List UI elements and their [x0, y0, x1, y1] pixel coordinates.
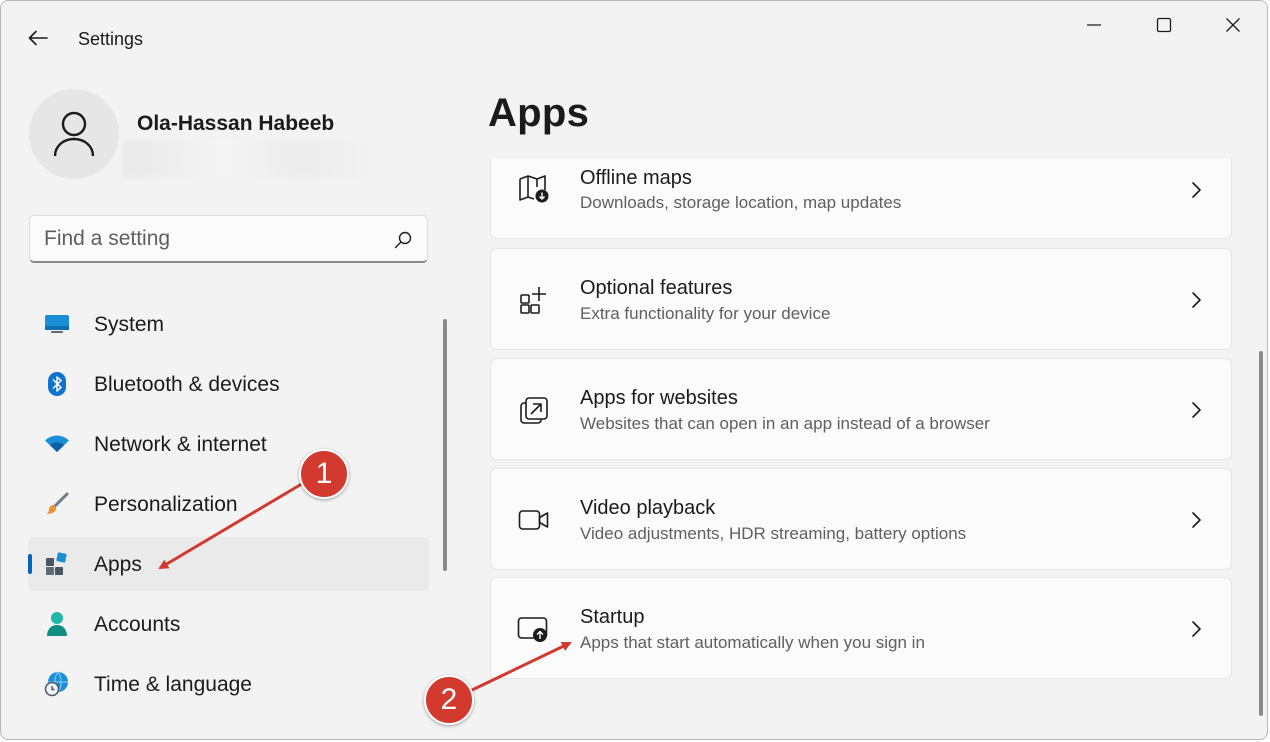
maximize-button[interactable] — [1144, 9, 1184, 41]
card-startup[interactable]: Startup Apps that start automatically wh… — [490, 577, 1232, 679]
card-title: Apps for websites — [580, 387, 738, 409]
maximize-icon — [1156, 17, 1172, 33]
card-optional-features[interactable]: Optional features Extra functionality fo… — [490, 248, 1232, 350]
app-title: Settings — [78, 29, 144, 49]
sidebar-item-apps[interactable]: Apps — [28, 537, 429, 591]
open-link-icon — [517, 393, 551, 427]
user-name: Ola-Hassan Habeeb — [137, 112, 335, 135]
search-box[interactable] — [29, 215, 428, 263]
sidebar-item-label: Bluetooth & devices — [94, 373, 280, 396]
sidebar-item-personalization[interactable]: Personalization — [28, 477, 429, 531]
annotation-badge-2: 2 — [424, 675, 474, 725]
sidebar-item-system[interactable]: System — [28, 297, 429, 351]
card-description: Video adjustments, HDR streaming, batter… — [580, 524, 967, 543]
chevron-right-icon — [1192, 512, 1201, 528]
globe-clock-icon — [44, 671, 70, 697]
close-button[interactable] — [1213, 9, 1253, 41]
sidebar-scrollbar[interactable] — [443, 319, 447, 571]
content-list: Offline maps Downloads, storage location… — [488, 159, 1236, 739]
avatar — [29, 89, 119, 179]
sidebar-item-label: Accounts — [94, 613, 181, 636]
brush-icon — [44, 492, 70, 516]
chevron-right-icon — [1192, 621, 1201, 637]
sidebar-item-bluetooth[interactable]: Bluetooth & devices — [28, 357, 429, 411]
minimize-icon — [1087, 24, 1101, 26]
sidebar-item-label: System — [94, 313, 165, 336]
chevron-right-icon — [1192, 292, 1201, 308]
card-description: Extra functionality for your device — [580, 304, 831, 323]
card-title: Optional features — [580, 277, 733, 299]
chevron-right-icon — [1192, 402, 1201, 418]
search-input[interactable] — [44, 216, 374, 262]
card-description: Apps that start automatically when you s… — [580, 633, 925, 652]
system-icon — [44, 312, 70, 336]
card-title: Video playback — [580, 497, 716, 519]
wifi-icon — [44, 432, 70, 456]
back-button[interactable] — [23, 25, 53, 51]
card-description: Downloads, storage location, map updates — [580, 193, 902, 212]
accounts-icon — [44, 612, 70, 636]
sidebar-item-label: Time & language — [94, 673, 252, 696]
search-icon[interactable] — [393, 230, 413, 250]
user-profile[interactable]: Ola-Hassan Habeeb — [29, 89, 376, 179]
bluetooth-icon — [44, 372, 70, 396]
active-indicator — [28, 554, 32, 574]
content-scrollbar[interactable] — [1259, 351, 1263, 716]
page-title: Apps — [488, 91, 590, 135]
minimize-button[interactable] — [1074, 9, 1114, 41]
apps-icon — [44, 552, 70, 576]
card-description: Websites that can open in an app instead… — [580, 414, 990, 433]
card-title: Startup — [580, 606, 645, 628]
sidebar-nav: System Bluetooth & devices Network & int… — [28, 297, 429, 717]
sidebar-item-accounts[interactable]: Accounts — [28, 597, 429, 651]
startup-icon — [517, 612, 551, 646]
card-offline-maps[interactable]: Offline maps Downloads, storage location… — [490, 159, 1232, 239]
title-bar: Settings — [1, 1, 1267, 75]
chevron-right-icon — [1192, 182, 1201, 198]
card-video-playback[interactable]: Video playback Video adjustments, HDR st… — [490, 468, 1232, 570]
close-icon — [1226, 18, 1240, 32]
card-apps-for-websites[interactable]: Apps for websites Websites that can open… — [490, 358, 1232, 460]
user-icon — [53, 111, 95, 157]
video-camera-icon — [517, 503, 551, 537]
sidebar-item-time-language[interactable]: Time & language — [28, 657, 429, 711]
sidebar-item-label: Personalization — [94, 493, 238, 516]
add-features-icon — [517, 283, 551, 317]
card-title: Offline maps — [580, 167, 692, 189]
map-download-icon — [517, 172, 551, 206]
back-arrow-icon — [28, 30, 48, 46]
sidebar-item-network[interactable]: Network & internet — [28, 417, 429, 471]
annotation-badge-1: 1 — [299, 449, 349, 499]
settings-window: Settings Ola-Hassan Habeeb System — [0, 0, 1268, 740]
sidebar-item-label: Apps — [94, 553, 142, 576]
sidebar-item-label: Network & internet — [94, 433, 267, 456]
blurred-email — [123, 140, 376, 178]
